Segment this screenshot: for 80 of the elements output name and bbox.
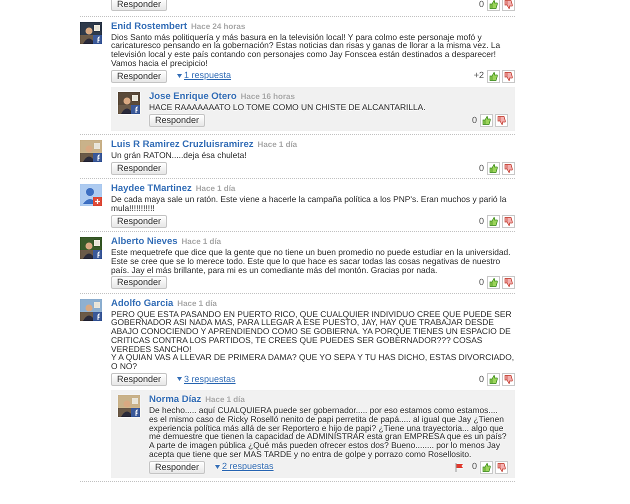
comment-time: Hace 1 día	[196, 183, 236, 194]
thumbs-up-button[interactable]	[487, 70, 500, 83]
reply-button[interactable]: Responder	[111, 214, 168, 228]
thumbs-down-button[interactable]	[495, 460, 508, 474]
thumbs-down-icon	[504, 216, 513, 226]
comment-text: Dios Santo más politiquería y más basura en la televisión local! Y para colmo este personaje mofó y caricaturesco pensando en la gobernación? Estas noticias dan risas y ganas de llorar a la misma vez. La televisión local y este país contando con personajes como Jay Fonscea están destinados a desparecer! Vamos hacia el precipicio!	[111, 32, 502, 68]
reply-button[interactable]: Responder	[149, 460, 206, 474]
thumbs-up-button[interactable]	[487, 0, 500, 12]
comment-time: Hace 1 día	[177, 298, 217, 309]
thumbs-up-button[interactable]	[480, 114, 493, 127]
reply-button[interactable]: Responder	[111, 162, 168, 175]
thumbs-down-button[interactable]	[502, 162, 515, 175]
thumbs-down-icon	[504, 0, 513, 10]
comment-text: Este mequetrefe que dice que la gente que no tiene un buen promedio no puede estudiar en la universidad. Este se cree que se lo merece todo. Este que lo que hace es sacar todas las cosas negativas de nuestro país. Jay el más brillante, para mi es un comediante más del montón. Gracias por nada.	[111, 248, 512, 274]
author-name[interactable]: Haydee TMartinez	[111, 183, 192, 194]
social-badge-icon	[131, 408, 140, 418]
comment-text: PERO QUE ESTA PASANDO EN PUERTO RICO, QUE CUALQUIER INDIVIDUO CREE QUE PUEDE SER GOBERNADOR ASI NADA MAS, PARA LLEGAR A ESE PUESTO, JAY, HAY QUE TRABAJAR DESDE ABAJO CONOCIENDO Y APRENDIENDO COMO SE GOBIERNA. YA PORQUE TIENES UN ESPACIO DE CRITICAS CONTRA LOS PARTIDOS, TE CREES QUE PUEDES SER GOBERNADOR??? COSAS VEREDES SANCHO! Y A QUIAN VAS A LLEVAR DE PRIMERA DAMA? QUE YO SEPA Y TU HAS DICHO, ESTAS DIVORCIADO, O NO?	[111, 310, 515, 371]
vote-score: 0	[472, 114, 477, 127]
thumbs-up-icon	[489, 216, 498, 226]
author-name[interactable]: Enid Rostembert	[111, 20, 188, 32]
comment-time: Hace 1 día	[205, 394, 245, 406]
caret-icon	[215, 465, 220, 470]
thumbs-down-icon	[504, 164, 513, 173]
thumbs-down-icon	[504, 72, 513, 81]
reply-button[interactable]: Responder	[111, 0, 168, 12]
thumbs-up-icon	[489, 164, 498, 173]
thumbs-up-button[interactable]	[480, 460, 493, 474]
comment-text: De cada maya sale un ratón. Este viene a hacerle la campaña política a los PNP's. Eran muchos y parió la mula!!!!!!!!!!!	[111, 195, 508, 213]
reply-button[interactable]: Responder	[111, 372, 168, 386]
thumbs-down-button[interactable]	[502, 372, 515, 386]
author-name[interactable]: Alberto Nieves	[111, 236, 178, 248]
thumbs-down-icon	[504, 278, 513, 288]
thumbs-down-button[interactable]	[502, 70, 515, 83]
thumbs-up-icon	[482, 116, 491, 125]
vote-score: 0	[472, 460, 477, 474]
vote-score: 0	[478, 372, 484, 386]
author-name[interactable]: Luis R Ramirez Cruzluisramirez	[111, 139, 254, 150]
replies-link[interactable]: 2 respuestas	[215, 460, 274, 474]
comment-text: Un grán RATON.....deja ésa chuleta!	[111, 151, 248, 160]
reply-button[interactable]: Responder	[111, 276, 168, 290]
flag-icon[interactable]	[454, 462, 464, 472]
vote-score: 0	[478, 0, 484, 11]
thumbs-up-icon	[489, 72, 498, 81]
thumbs-up-button[interactable]	[487, 276, 500, 290]
thumbs-down-button[interactable]	[502, 276, 515, 290]
thumbs-down-button[interactable]	[495, 114, 508, 127]
replies-link[interactable]: 3 respuestas	[177, 372, 236, 386]
author-name[interactable]: Adolfo Garcia	[111, 298, 174, 309]
comment-time: Hace 1 día	[182, 236, 222, 248]
thumbs-down-icon	[504, 374, 513, 384]
thumbs-up-icon	[482, 462, 491, 472]
vote-score: 0	[478, 162, 484, 175]
comment-text: HACE RAAAAAAATO LO TOME COMO UN CHISTE DE ALCANTARILLA.	[149, 102, 427, 112]
thumbs-up-button[interactable]	[487, 372, 500, 386]
replies-link[interactable]: 1 respuesta	[177, 69, 232, 83]
thumbs-down-icon	[497, 116, 506, 125]
thumbs-up-icon	[489, 278, 498, 288]
reply-button[interactable]: Responder	[111, 70, 168, 83]
thumbs-up-button[interactable]	[487, 214, 500, 228]
reply-button[interactable]: Responder	[149, 114, 206, 127]
thumbs-down-icon	[497, 462, 506, 472]
thumbs-down-button[interactable]	[502, 214, 515, 228]
vote-score: 0	[478, 276, 484, 290]
comment-time: Hace 16 horas	[240, 90, 295, 102]
thumbs-up-button[interactable]	[487, 162, 500, 175]
author-name[interactable]: Jose Enrique Otero	[149, 90, 237, 102]
comment-time: Hace 1 día	[258, 139, 298, 150]
thumbs-up-icon	[489, 0, 498, 10]
social-badge-icon	[93, 250, 102, 260]
author-name[interactable]: Norma Díaz	[149, 394, 202, 406]
caret-icon	[177, 377, 182, 382]
comment-text: De hecho..... aquí CUALQUIERA puede ser gobernador..... por eso estamos como estamos.... es el mismo caso de Ricky Roselló nenito de papi perretita de papá..... al igual que Jay ¿Tienen experiencia política más allá de ser Reportero e hijo de papi? ¿Tiene una trayectoria... algo que me demuestre que tienen la capacidad de ADMINISTRAR esta gran EMPRESA que es un país? A parte de imagen pública ¿Qué más pueden ofrecer estos dos? Bueno........ por lo menos Jay acepta que tiene que ser MAS TARDE y no entra de golpe y porrazo como Rosellosito.	[149, 406, 508, 458]
vote-score: 0	[478, 214, 484, 228]
social-badge-icon	[93, 153, 102, 162]
caret-icon	[177, 74, 182, 78]
thumbs-up-icon	[489, 374, 498, 384]
thumbs-down-button[interactable]	[502, 0, 515, 12]
vote-score: +2	[474, 69, 484, 82]
social-badge-icon	[93, 197, 102, 206]
comment-time: Hace 24 horas	[191, 20, 246, 32]
